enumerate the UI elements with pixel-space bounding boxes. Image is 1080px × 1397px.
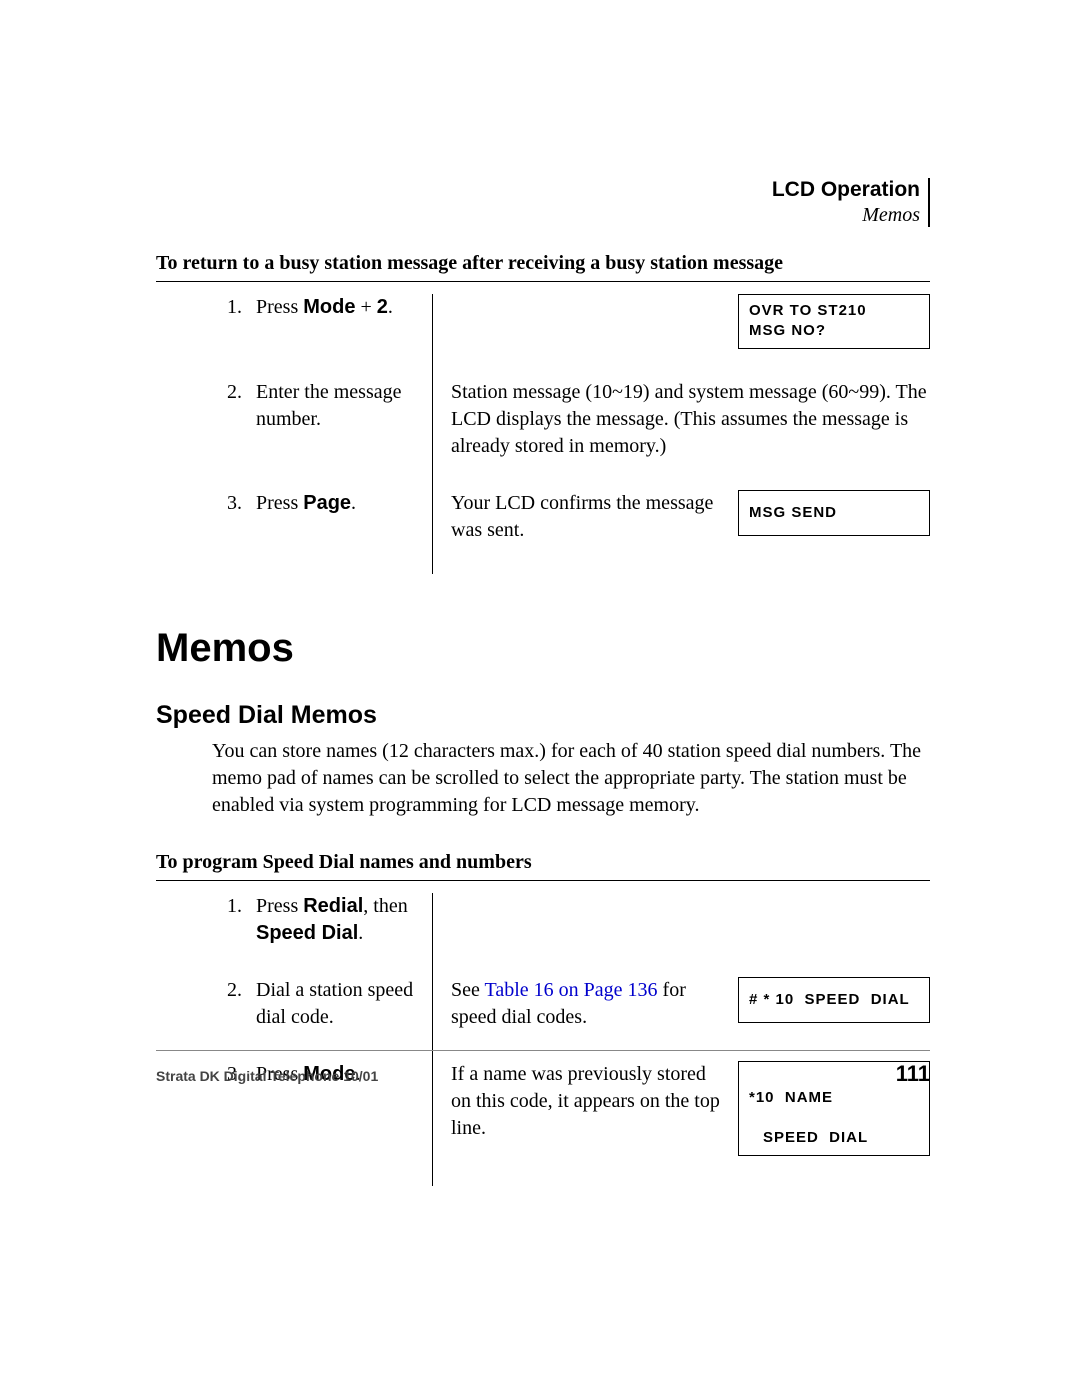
- cross-reference-link[interactable]: Table 16 on Page 136: [485, 979, 658, 1001]
- heading-2: Speed Dial Memos: [156, 701, 930, 730]
- page: LCD Operation Memos To return to a busy …: [0, 0, 1080, 1397]
- step-row: 2. Enter the message number. Station mes…: [156, 379, 930, 490]
- footer-title: Strata DK Digital Telephone 10/01: [156, 1068, 378, 1084]
- rule: [156, 880, 930, 881]
- step-action: Enter the message number.: [256, 379, 433, 490]
- step-result: See Table 16 on Page 136 for speed dial …: [433, 977, 931, 1061]
- page-footer: Strata DK Digital Telephone 10/01 111: [156, 1050, 930, 1087]
- key-label: 2: [377, 296, 388, 318]
- key-label: Speed Dial: [256, 922, 358, 944]
- step-row: 2. Dial a station speed dial code. See T…: [156, 977, 930, 1061]
- key-label: Mode: [303, 296, 355, 318]
- step-result: Your LCD confirms the message was sent. …: [433, 490, 931, 574]
- header-chapter: LCD Operation: [772, 178, 920, 202]
- procedure-title: To return to a busy station message afte…: [156, 252, 930, 275]
- result-text: See Table 16 on Page 136 for speed dial …: [451, 977, 720, 1031]
- text: .: [358, 922, 363, 944]
- lcd-display: OVR TO ST210 MSG NO?: [738, 294, 930, 349]
- step-row: 3. Press Page. Your LCD confirms the mes…: [156, 490, 930, 574]
- page-body: To return to a busy station message afte…: [156, 252, 930, 1186]
- rule: [156, 281, 930, 282]
- paragraph: You can store names (12 characters max.)…: [212, 738, 930, 819]
- procedure-steps: 1. Press Mode + 2. OVR TO ST210 MSG NO? …: [156, 294, 930, 574]
- step-result: Station message (10~19) and system messa…: [433, 379, 931, 490]
- step-number: 3.: [156, 490, 256, 574]
- step-action: Dial a station speed dial code.: [256, 977, 433, 1061]
- result-text: Your LCD confirms the message was sent.: [451, 490, 720, 544]
- text: See: [451, 979, 485, 1001]
- step-action: Press Page.: [256, 490, 433, 574]
- text: , then: [363, 895, 407, 917]
- text: .: [388, 296, 393, 318]
- heading-1: Memos: [156, 626, 930, 671]
- lcd-line: SPEED DIAL: [749, 1129, 868, 1146]
- lcd-line: *10 NAME: [749, 1089, 833, 1106]
- page-number: 111: [896, 1061, 930, 1087]
- text: +: [355, 296, 376, 318]
- procedure-steps: 1. Press Redial, then Speed Dial. 2. Dia…: [156, 893, 930, 1186]
- header-section: Memos: [772, 204, 920, 227]
- step-number: 1.: [156, 294, 256, 379]
- text: Press: [256, 492, 303, 514]
- step-result: OVR TO ST210 MSG NO?: [433, 294, 931, 379]
- step-result: [433, 893, 931, 977]
- lcd-display: # * 10 SPEED DIAL: [738, 977, 930, 1023]
- key-label: Page: [303, 492, 351, 514]
- step-action: Press Redial, then Speed Dial.: [256, 893, 433, 977]
- lcd-display: MSG SEND: [738, 490, 930, 536]
- text: Press: [256, 895, 303, 917]
- step-row: 1. Press Mode + 2. OVR TO ST210 MSG NO?: [156, 294, 930, 379]
- key-label: Redial: [303, 895, 363, 917]
- step-action: Press Mode + 2.: [256, 294, 433, 379]
- page-header: LCD Operation Memos: [772, 178, 930, 227]
- text: .: [351, 492, 356, 514]
- step-row: 1. Press Redial, then Speed Dial.: [156, 893, 930, 977]
- step-number: 2.: [156, 379, 256, 490]
- step-number: 1.: [156, 893, 256, 977]
- text: Press: [256, 296, 303, 318]
- procedure-title: To program Speed Dial names and numbers: [156, 851, 930, 874]
- step-number: 2.: [156, 977, 256, 1061]
